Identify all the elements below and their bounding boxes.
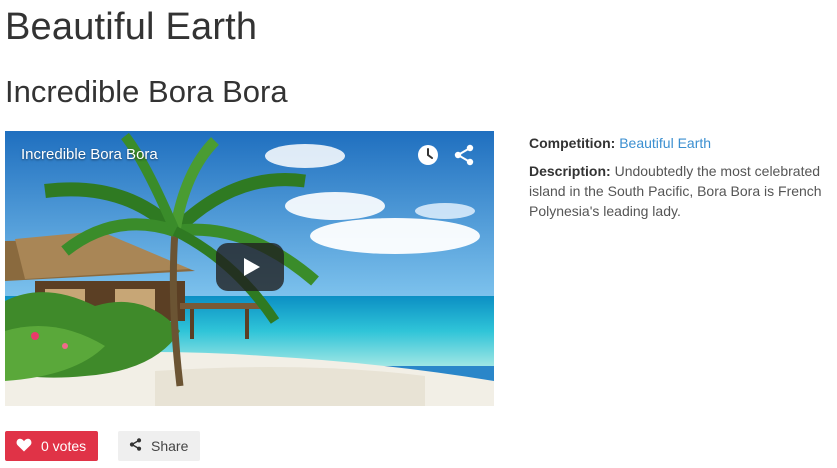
share-icon <box>129 438 142 454</box>
share-label: Share <box>151 438 189 454</box>
share-button[interactable]: Share <box>118 431 200 461</box>
competition-link[interactable]: Beautiful Earth <box>619 135 711 151</box>
page-title: Beautiful Earth <box>5 6 258 48</box>
competition-label: Competition: <box>529 135 616 151</box>
competition-line: Competition: Beautiful Earth <box>529 133 835 153</box>
entry-title: Incredible Bora Bora <box>5 74 288 109</box>
description-line: Description: Undoubtedly the most celebr… <box>529 161 835 221</box>
clock-icon[interactable] <box>417 144 439 166</box>
heart-icon <box>16 438 32 455</box>
entry-details: Competition: Beautiful Earth Description… <box>529 133 835 229</box>
share-icon[interactable] <box>453 144 475 166</box>
vote-count: 0 votes <box>41 438 87 454</box>
video-title: Incredible Bora Bora <box>21 146 158 163</box>
vote-button[interactable]: 0 votes <box>5 431 98 461</box>
play-icon <box>244 258 260 276</box>
video-player[interactable]: Incredible Bora Bora <box>5 131 494 406</box>
play-button[interactable] <box>216 243 284 291</box>
description-label: Description: <box>529 163 611 179</box>
